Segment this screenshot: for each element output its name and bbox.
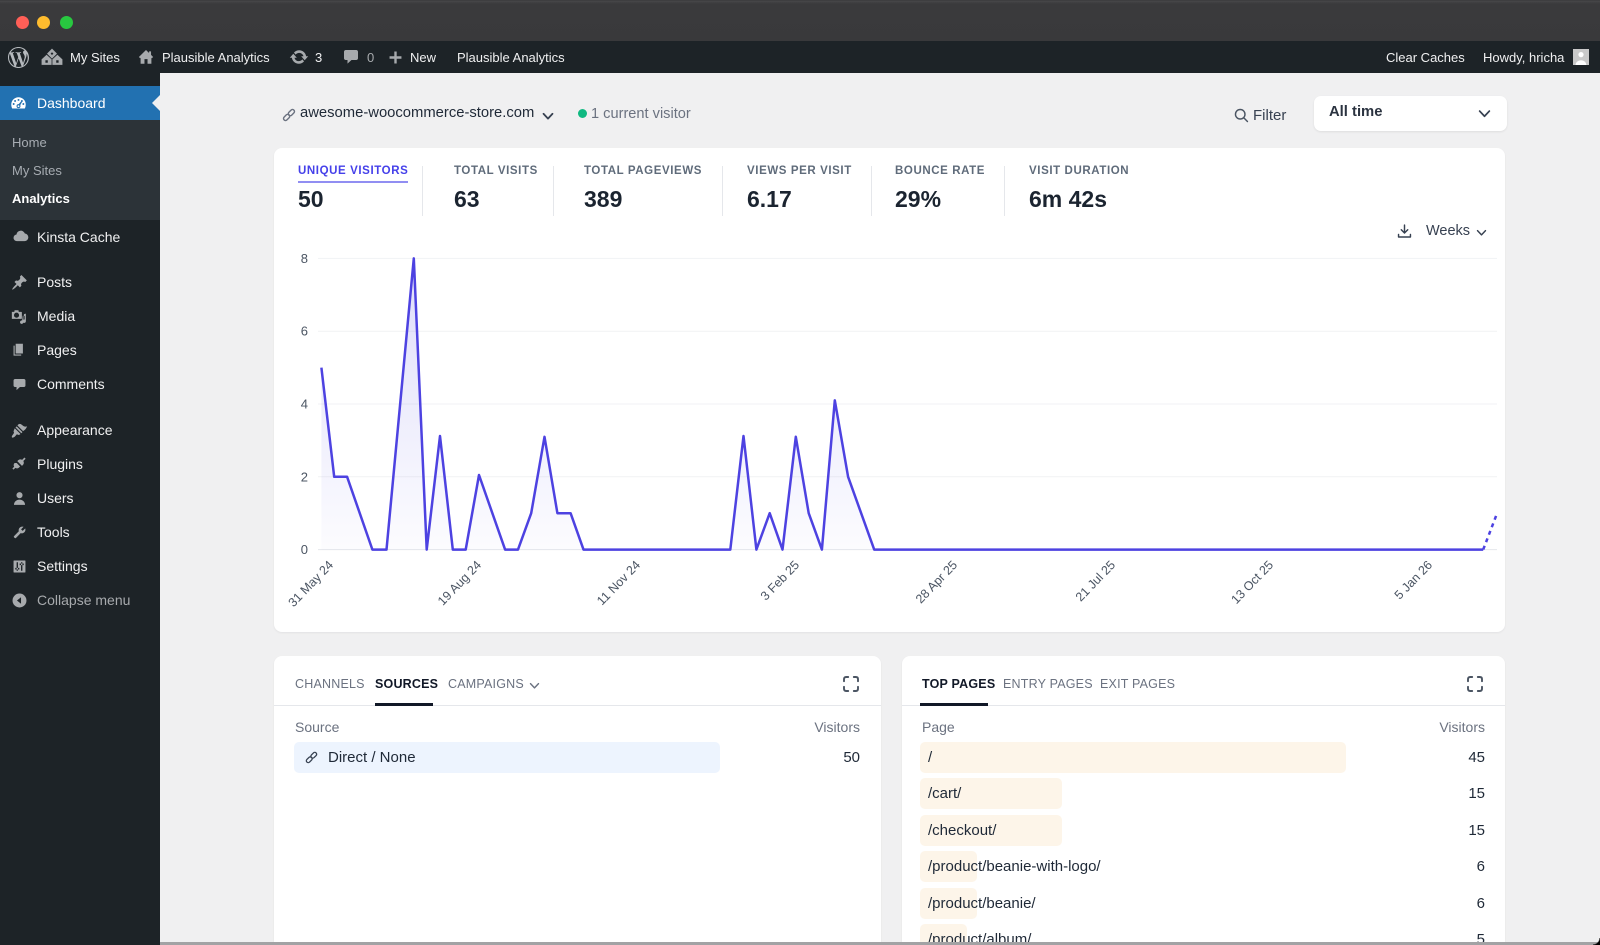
svg-text:13 Oct 25: 13 Oct 25 [1228,558,1276,607]
svg-text:19 Aug 24: 19 Aug 24 [435,558,484,608]
svg-text:21 Jul 25: 21 Jul 25 [1073,558,1118,604]
svg-text:6: 6 [301,324,308,339]
svg-text:31 May 24: 31 May 24 [286,558,337,610]
svg-text:3 Feb 25: 3 Feb 25 [758,558,802,603]
svg-text:8: 8 [301,251,308,266]
svg-text:5 Jan 26: 5 Jan 26 [1392,558,1435,602]
svg-text:2: 2 [301,469,308,484]
svg-text:4: 4 [301,397,308,412]
svg-text:11 Nov 24: 11 Nov 24 [594,558,643,608]
svg-text:0: 0 [301,542,308,557]
svg-text:28 Apr 25: 28 Apr 25 [913,558,960,606]
